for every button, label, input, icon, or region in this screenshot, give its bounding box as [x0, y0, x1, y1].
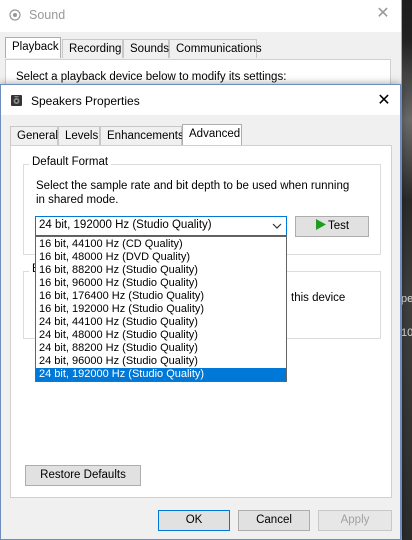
- speaker-icon: [9, 9, 21, 21]
- dropdown-option[interactable]: 16 bit, 192000 Hz (Studio Quality): [36, 303, 286, 316]
- properties-window-title: Speakers Properties: [31, 94, 140, 108]
- restore-defaults-button[interactable]: Restore Defaults: [25, 465, 141, 486]
- exclusive-mode-text: this device: [291, 292, 346, 304]
- properties-close-button[interactable]: ✕: [374, 91, 394, 111]
- dropdown-option[interactable]: 16 bit, 88200 Hz (Studio Quality): [36, 264, 286, 277]
- cancel-button[interactable]: Cancel: [238, 510, 310, 531]
- tab-communications[interactable]: Communications: [169, 39, 262, 58]
- tab-advanced[interactable]: Advanced: [182, 124, 242, 145]
- background-fragment: pe: [401, 293, 412, 305]
- chevron-down-icon: [272, 223, 282, 229]
- tab-playback[interactable]: Playback: [5, 37, 61, 58]
- default-format-legend: Default Format: [29, 156, 112, 168]
- tab-general[interactable]: General: [10, 126, 58, 145]
- sound-prompt-text: Select a playback device below to modify…: [16, 71, 287, 83]
- background-fragment: 10: [401, 327, 412, 339]
- sample-rate-dropdown-list: 16 bit, 44100 Hz (CD Quality) 16 bit, 48…: [35, 236, 287, 382]
- ok-button[interactable]: OK: [158, 510, 230, 531]
- default-format-description-cont: in shared mode.: [36, 194, 119, 206]
- sample-rate-select[interactable]: 24 bit, 192000 Hz (Studio Quality): [35, 216, 287, 236]
- dropdown-option[interactable]: 16 bit, 96000 Hz (Studio Quality): [36, 277, 286, 290]
- dropdown-option[interactable]: 16 bit, 44100 Hz (CD Quality): [36, 238, 286, 251]
- dropdown-option[interactable]: 24 bit, 96000 Hz (Studio Quality): [36, 355, 286, 368]
- sound-titlebar: Sound ✕: [0, 0, 401, 32]
- apply-button[interactable]: Apply: [318, 510, 392, 531]
- tab-sounds[interactable]: Sounds: [123, 39, 169, 58]
- sound-window-title: Sound: [29, 8, 66, 22]
- tab-enhancements[interactable]: Enhancements: [100, 126, 184, 145]
- tab-recording[interactable]: Recording: [62, 39, 123, 58]
- dropdown-option[interactable]: 24 bit, 44100 Hz (Studio Quality): [36, 316, 286, 329]
- tab-levels[interactable]: Levels: [58, 126, 100, 145]
- dropdown-option[interactable]: 16 bit, 48000 Hz (DVD Quality): [36, 251, 286, 264]
- dropdown-option[interactable]: 16 bit, 176400 Hz (Studio Quality): [36, 290, 286, 303]
- sample-rate-selected-value: 24 bit, 192000 Hz (Studio Quality): [39, 219, 212, 231]
- speakers-icon: [11, 95, 22, 106]
- test-button-label: Test: [327, 220, 350, 232]
- properties-titlebar: Speakers Properties ✕: [1, 85, 400, 115]
- sound-close-button[interactable]: ✕: [374, 5, 392, 23]
- dropdown-option[interactable]: 24 bit, 88200 Hz (Studio Quality): [36, 342, 286, 355]
- dropdown-option-selected[interactable]: 24 bit, 192000 Hz (Studio Quality): [36, 368, 286, 381]
- default-format-description: Select the sample rate and bit depth to …: [36, 180, 350, 192]
- test-button[interactable]: Test: [295, 216, 369, 237]
- play-icon: [315, 219, 326, 230]
- dropdown-option[interactable]: 24 bit, 48000 Hz (Studio Quality): [36, 329, 286, 342]
